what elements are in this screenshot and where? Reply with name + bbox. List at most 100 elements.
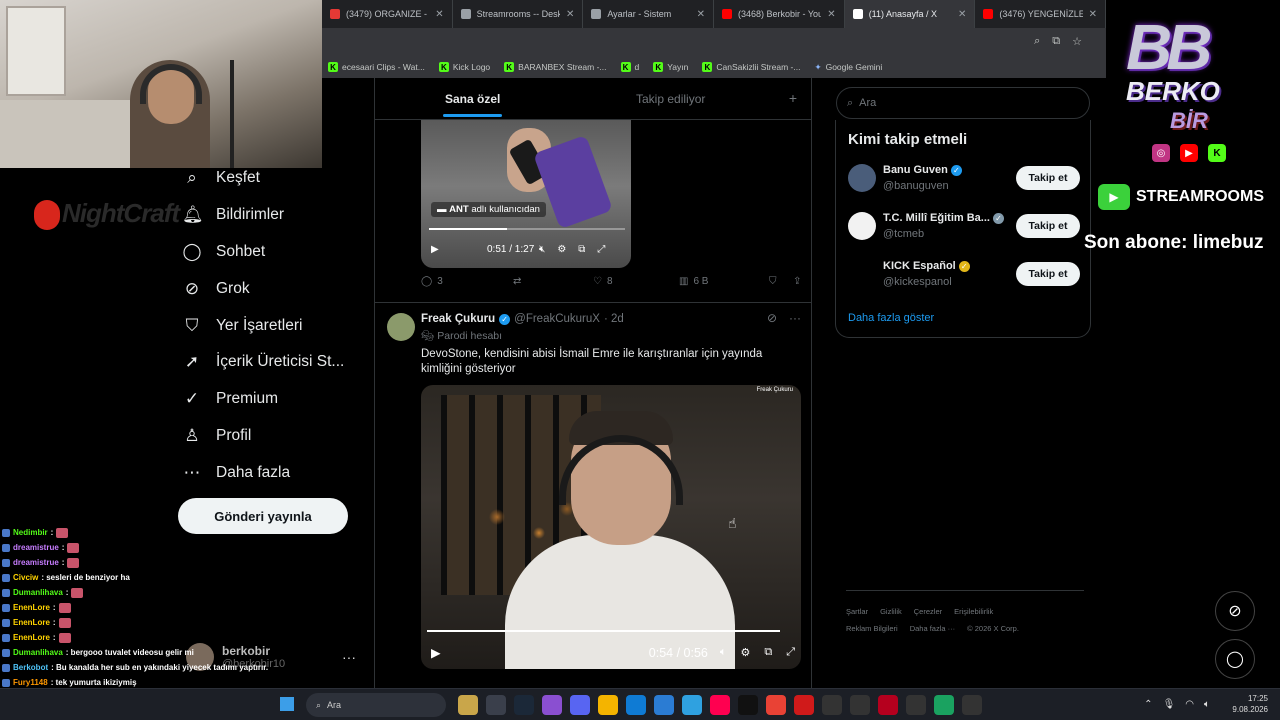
clock[interactable]: 17:25 9.08.2026 (1232, 693, 1268, 715)
taskbar-app-icon[interactable] (822, 695, 842, 715)
taskbar-app-icon[interactable] (794, 695, 814, 715)
tab-following[interactable]: Takip ediliyor (636, 92, 705, 106)
follow-suggestion[interactable]: T.C. Millî Eğitim Ba... ✓ @tcmeb Takip et (848, 208, 1080, 248)
repost-button[interactable]: ⇄ (513, 276, 593, 287)
nav-item[interactable]: ➚ İçerik Üreticisi St... (182, 344, 362, 381)
taskbar-app-icon[interactable] (738, 695, 758, 715)
post-age[interactable]: · 2d (604, 313, 624, 325)
author-handle[interactable]: @FreakCukuruX (514, 313, 600, 325)
follow-button[interactable]: Takip et (1016, 166, 1080, 190)
follow-button[interactable]: Takip et (1016, 214, 1080, 238)
show-more-link[interactable]: Daha fazla göster (848, 312, 934, 324)
settings-icon[interactable]: ⚙ (740, 646, 750, 659)
grok-icon[interactable]: ⊘ (767, 311, 777, 325)
avatar[interactable] (848, 164, 876, 192)
post2[interactable]: Freak Çukuru ✓ @FreakCukuruX · 2d ⊘ ··· 🎭… (375, 302, 811, 688)
nav-item[interactable]: ⌕ Keşfet (182, 160, 362, 197)
taskbar-app-icon[interactable] (710, 695, 730, 715)
taskbar-app-icon[interactable] (542, 695, 562, 715)
close-icon[interactable]: ✕ (566, 9, 574, 20)
nav-item[interactable]: ⋯ Daha fazla (182, 454, 362, 491)
footer-link[interactable]: Gizlilik (880, 607, 902, 616)
close-icon[interactable]: ✕ (958, 9, 966, 20)
install-icon[interactable]: ⧉ (1052, 35, 1060, 48)
follow-suggestion[interactable]: KICK Español ✓ @kickespanol Takip et (848, 256, 1080, 296)
pip-icon[interactable]: ⧉ (764, 646, 772, 659)
bookmark-item[interactable]: K Yayın (653, 62, 688, 72)
bookmark-item[interactable]: K CanSakizlii Stream -... (702, 62, 800, 72)
tab-for-you[interactable]: Sana özel (442, 92, 503, 117)
taskbar-app-icon[interactable] (486, 695, 506, 715)
pip-icon[interactable]: ⧉ (578, 244, 585, 255)
taskbar-app-icon[interactable] (878, 695, 898, 715)
taskbar-app-icon[interactable] (934, 695, 954, 715)
footer-link[interactable]: © 2026 X Corp. (967, 624, 1019, 633)
taskbar-app-icon[interactable] (598, 695, 618, 715)
search-input[interactable]: ⌕ Ara (836, 87, 1090, 119)
nav-item[interactable]: ⊘ Grok (182, 270, 362, 307)
footer-link[interactable]: Şartlar (846, 607, 868, 616)
video-progress-bar[interactable] (429, 228, 625, 230)
taskbar-app-icon[interactable] (962, 695, 982, 715)
zoom-icon[interactable]: ⌕ (1034, 35, 1040, 48)
nav-item[interactable]: ⛉ Yer İşaretleri (182, 307, 362, 344)
browser-tab[interactable]: (3476) YENGENİZLE YEMEK✕ (975, 0, 1107, 28)
taskbar-search[interactable]: ⌕ Ara (306, 693, 446, 717)
taskbar-app-icon[interactable] (514, 695, 534, 715)
nav-item[interactable]: ♙ Profil (182, 418, 362, 455)
volume-icon[interactable]: 🔈︎ (1204, 699, 1210, 710)
browser-address-bar[interactable]: ⌕ ⧉ ☆ (322, 28, 1106, 56)
messages-fab[interactable]: ◯ (1215, 639, 1255, 679)
avatar[interactable] (848, 260, 876, 288)
star-icon[interactable]: ☆ (1072, 35, 1082, 48)
views-button[interactable]: ▥ 6 B (679, 276, 769, 287)
mute-icon[interactable]: 🔇︎ (539, 244, 545, 255)
volume-icon[interactable]: 🔈︎ (720, 646, 727, 659)
play-icon[interactable]: ▶ (431, 244, 451, 255)
taskbar-app-icon[interactable] (682, 695, 702, 715)
video-progress-bar[interactable] (427, 630, 781, 632)
browser-tab[interactable]: Ayarlar - Sistem ✕ (583, 0, 715, 28)
nav-item[interactable]: ✓ Premium (182, 381, 362, 418)
add-tab-icon[interactable]: + (789, 90, 797, 106)
more-icon[interactable]: ··· (342, 649, 356, 665)
footer-link[interactable]: Erişilebilirlik (954, 607, 993, 616)
taskbar-app-icon[interactable] (626, 695, 646, 715)
follow-button[interactable]: Takip et (1016, 262, 1080, 286)
mic-icon[interactable]: 🎙︎ (1163, 699, 1176, 710)
avatar[interactable] (387, 313, 415, 341)
play-icon[interactable]: ▶ (431, 645, 441, 660)
follow-suggestion[interactable]: Banu Guven ✓ @banuguven Takip et (848, 160, 1080, 200)
reply-button[interactable]: ◯ 3 (421, 276, 513, 287)
avatar[interactable] (848, 212, 876, 240)
like-button[interactable]: ♡ 8 (593, 276, 679, 287)
fullscreen-icon[interactable]: ⤢ (597, 244, 605, 255)
bookmark-button[interactable]: ⛉ (769, 276, 793, 287)
wifi-icon[interactable]: ◠ (1185, 699, 1194, 710)
chevron-up-icon[interactable]: ⌃ (1144, 699, 1152, 710)
more-icon[interactable]: ··· (789, 311, 801, 325)
bookmark-item[interactable]: ✦ Google Gemini (814, 62, 882, 73)
browser-tab[interactable]: Streamrooms -- Desktop✕ (453, 0, 584, 28)
share-button[interactable]: ⇪ (793, 276, 801, 287)
bookmark-item[interactable]: K BARANBEX Stream -... (504, 62, 607, 72)
grok-fab[interactable]: ⊘ (1215, 591, 1255, 631)
author-name[interactable]: Freak Çukuru (421, 313, 495, 325)
nav-item[interactable]: ◯ Sohbet (182, 234, 362, 271)
footer-link[interactable]: Daha fazla ··· (910, 624, 955, 633)
settings-icon[interactable]: ⚙ (557, 244, 566, 255)
browser-tab[interactable]: (3479) ORGANIZE - herkes✕ (322, 0, 453, 28)
fullscreen-icon[interactable]: ⤢ (786, 646, 795, 659)
bookmark-item[interactable]: Kd (620, 62, 639, 72)
close-icon[interactable]: ✕ (1089, 9, 1097, 20)
taskbar-app-icon[interactable] (570, 695, 590, 715)
footer-link[interactable]: Çerezler (914, 607, 942, 616)
start-icon[interactable] (280, 697, 294, 711)
browser-tab[interactable]: (11) Anasayfa / X ✕ (844, 0, 976, 28)
post2-video[interactable]: Freak Çukuru ▶ 0:54 / 0:56 🔈︎ ⚙ ⧉ ⤢ (421, 385, 801, 669)
taskbar-app-icon[interactable] (850, 695, 870, 715)
taskbar-app-icon[interactable] (906, 695, 926, 715)
taskbar-app-icon[interactable] (654, 695, 674, 715)
bookmark-item[interactable]: K Kick Logo (438, 62, 490, 72)
browser-tab[interactable]: (3468) Berkobir - YouTube✕ (714, 0, 845, 28)
